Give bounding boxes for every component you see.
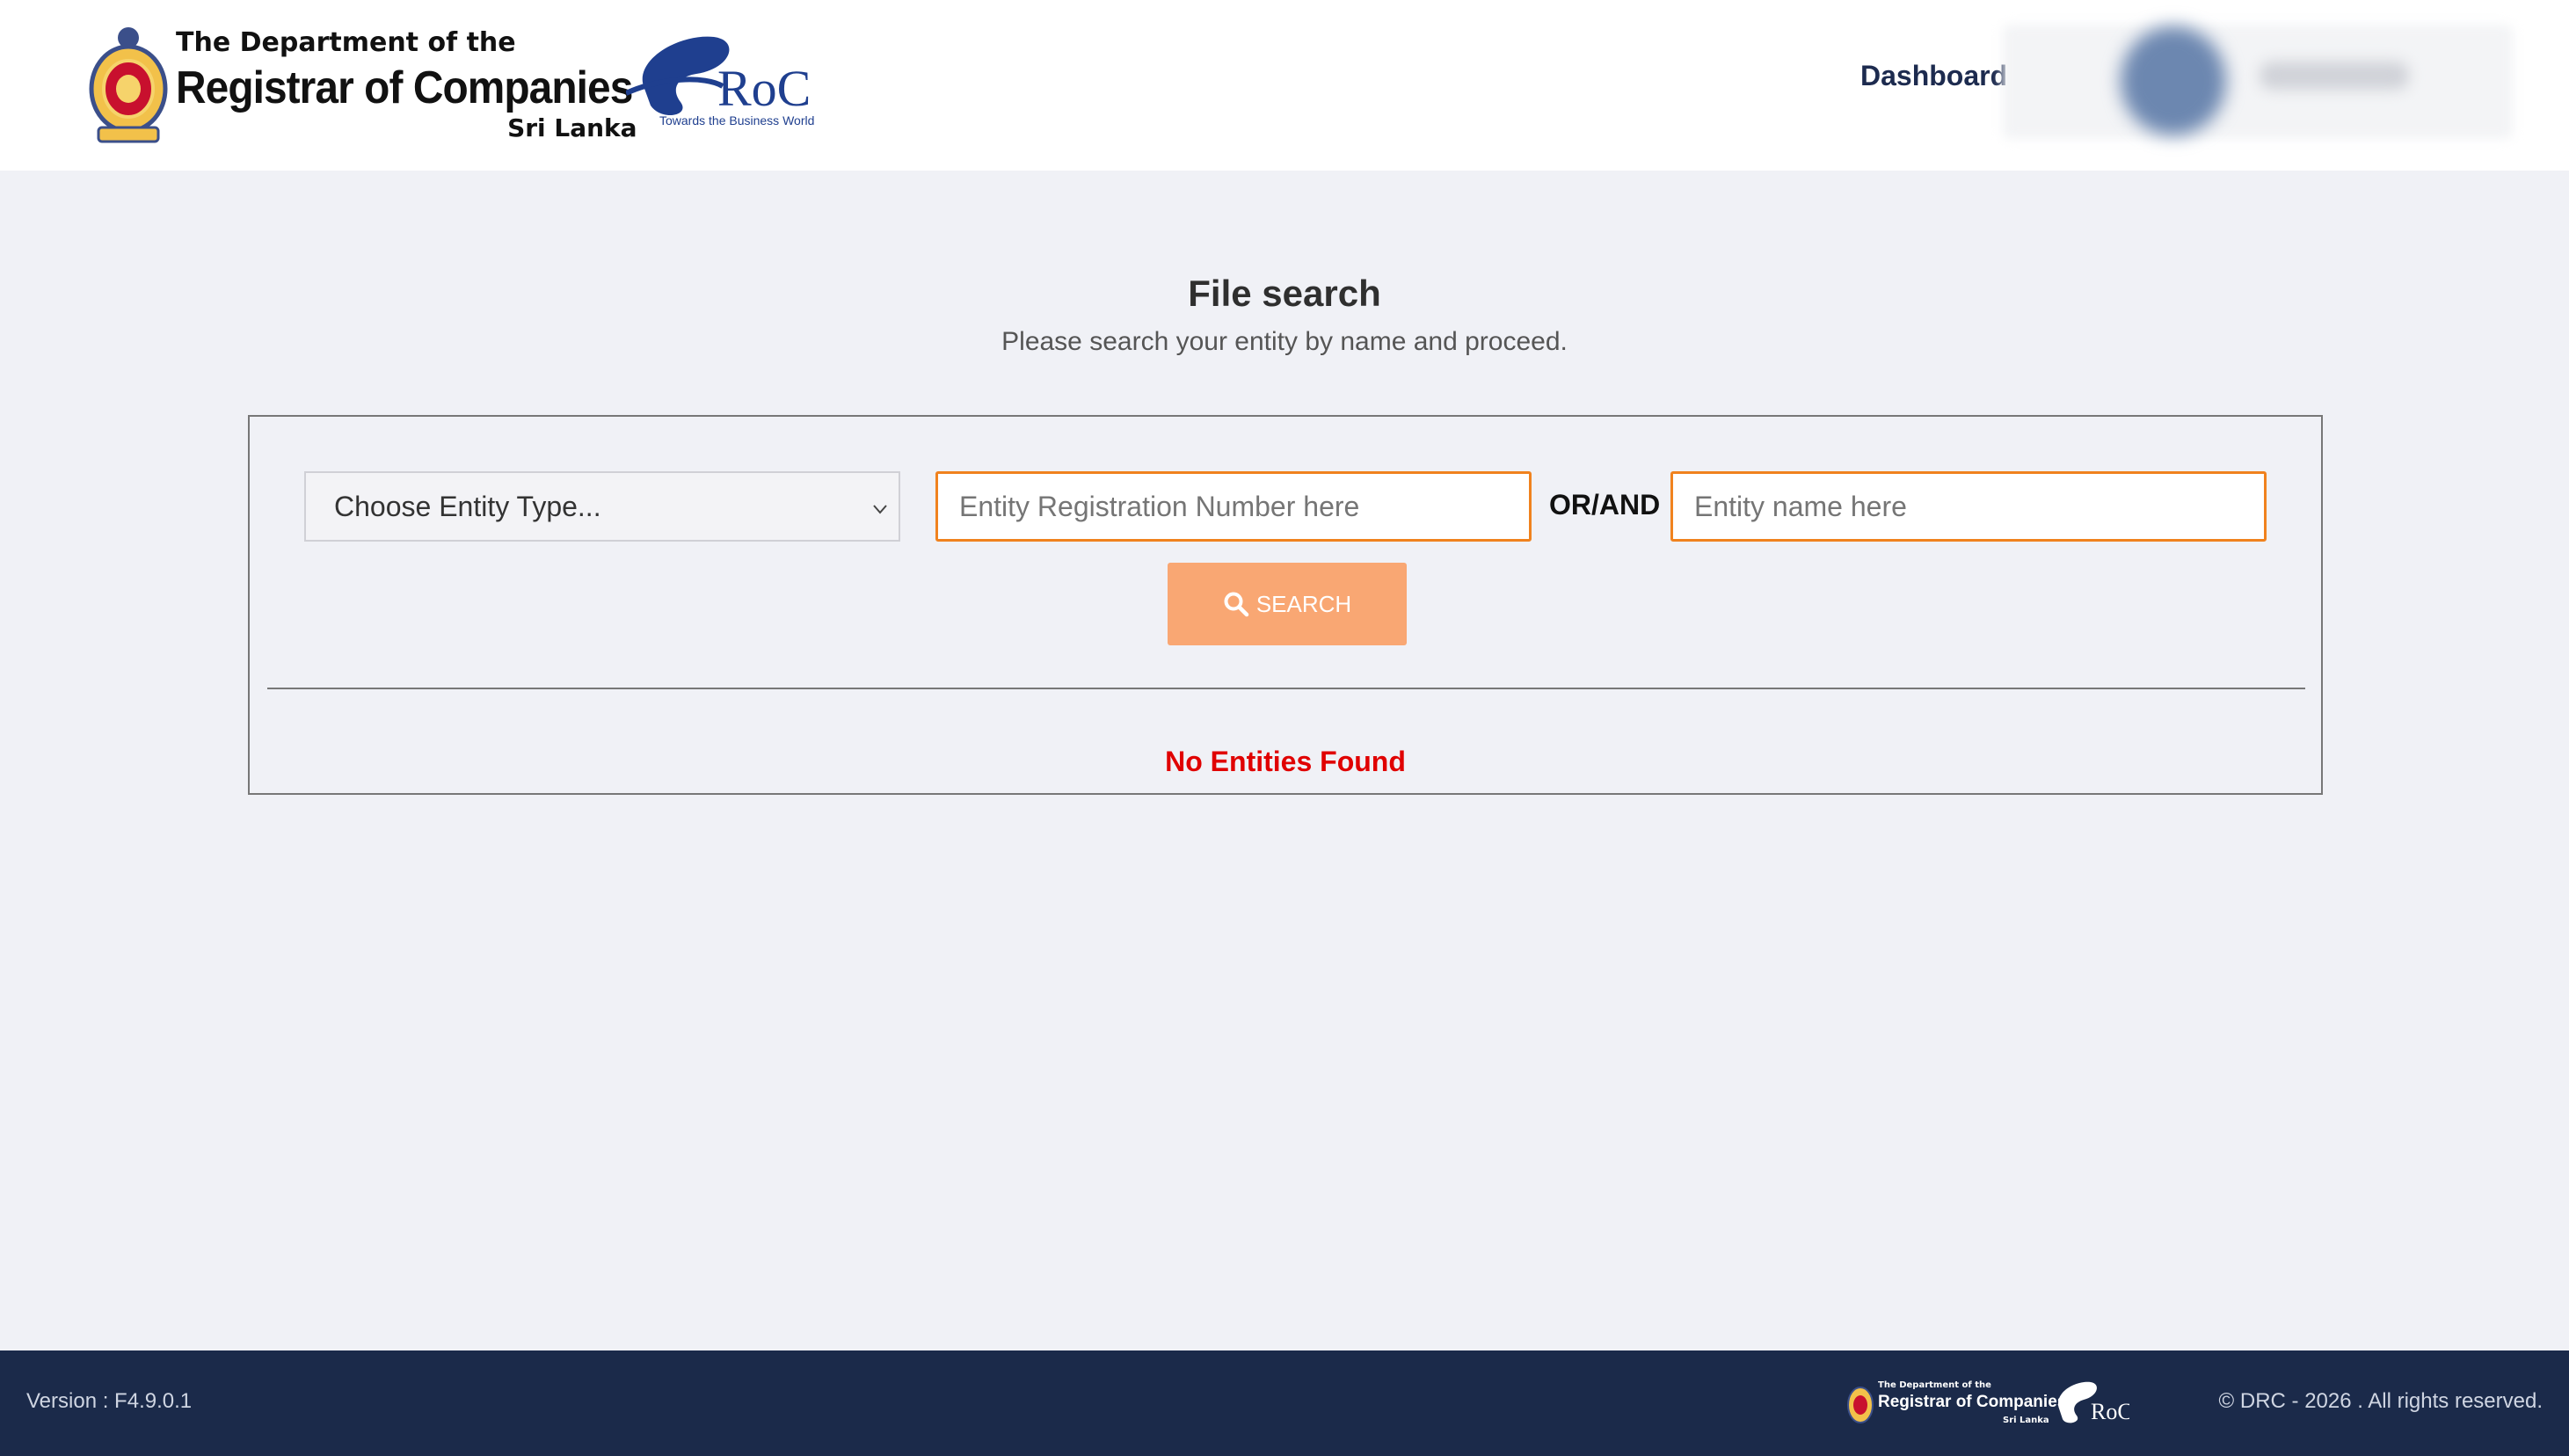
search-button-label: SEARCH <box>1255 590 1352 617</box>
dept-line1: The Department of the <box>176 27 516 58</box>
search-button[interactable]: SEARCH <box>1168 563 1407 645</box>
footer-logo-line1: The Department of the <box>1878 1380 1991 1390</box>
user-menu[interactable] <box>2003 25 2513 139</box>
copyright-text: © DRC - 2026 . All rights reserved. <box>2218 1389 2543 1413</box>
search-icon <box>1224 592 1249 617</box>
eroc-logo-icon: RoC Towards the Business World <box>626 36 814 127</box>
footer-logo-line3: Sri Lanka <box>2003 1416 2049 1425</box>
footer-logo-line2: Registrar of Companies <box>1878 1393 2066 1411</box>
dept-line2: Registrar of Companies <box>176 62 633 113</box>
nav-dashboard-link[interactable]: Dashboard <box>1860 60 2007 92</box>
divider <box>267 688 2305 689</box>
roc-logo[interactable]: The Department of the Registrar of Compa… <box>86 21 673 149</box>
avatar[interactable] <box>2121 26 2226 135</box>
search-panel: Choose Entity Type... OR/AND SEARCH No E… <box>248 415 2323 795</box>
top-header: The Department of the Registrar of Compa… <box>0 0 2569 171</box>
entity-type-select-value: Choose Entity Type... <box>334 491 601 522</box>
entity-name-input[interactable] <box>1670 471 2267 542</box>
dept-line3: Sri Lanka <box>507 113 637 142</box>
registration-number-input[interactable] <box>935 471 1532 542</box>
chevron-down-icon <box>873 505 887 514</box>
or-and-label: OR/AND <box>1549 489 1661 521</box>
footer-eroc-text: RoC <box>2091 1399 2129 1424</box>
footer-roc-logo-icon: The Department of the Registrar of Compa… <box>1847 1380 2129 1425</box>
page-subtitle: Please search your entity by name and pr… <box>1001 327 1568 356</box>
eroc-tagline: Towards the Business World <box>659 113 814 127</box>
user-name <box>2260 62 2409 90</box>
page-title: File search <box>1188 273 1381 314</box>
eroc-logo-text: RoC <box>717 60 811 117</box>
entity-type-select[interactable]: Choose Entity Type... <box>304 471 900 542</box>
result-message: No Entities Found <box>1165 746 1406 777</box>
sri-lanka-emblem-icon <box>89 27 168 143</box>
footer: Version : F4.9.0.1 The Department of the… <box>0 1350 2569 1456</box>
version-text: Version : F4.9.0.1 <box>26 1389 193 1413</box>
